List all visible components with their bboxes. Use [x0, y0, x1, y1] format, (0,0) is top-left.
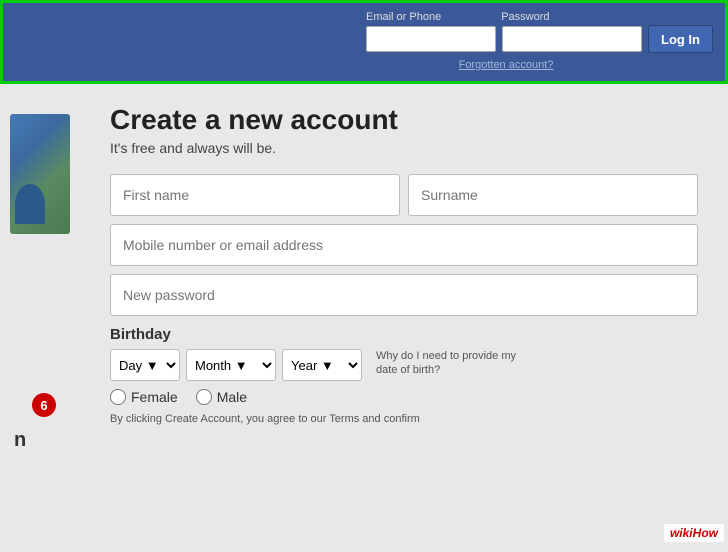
surname-input[interactable] [408, 174, 698, 216]
terms-text: By clicking Create Account, you agree to… [110, 413, 698, 425]
top-navigation-bar: Email or Phone Password Log In Forgotten… [0, 0, 728, 84]
main-content-area: 6 n Create a new account It's free and a… [0, 84, 728, 552]
password-input[interactable] [502, 26, 642, 52]
login-inputs-row: Log In [366, 25, 713, 53]
birthday-label: Birthday [110, 326, 698, 343]
first-name-input[interactable] [110, 174, 400, 216]
mobile-email-input[interactable] [110, 224, 698, 266]
male-radio[interactable] [196, 389, 212, 405]
sidebar-letter: n [14, 429, 26, 452]
female-radio[interactable] [110, 389, 126, 405]
registration-form-area: Create a new account It's free and alway… [80, 84, 728, 552]
step-badge: 6 [32, 393, 56, 417]
email-input[interactable] [366, 26, 496, 52]
day-select[interactable]: Day ▼ [110, 349, 180, 381]
login-button[interactable]: Log In [648, 25, 713, 53]
page-subtitle: It's free and always will be. [110, 140, 698, 156]
wikihow-brand: How [693, 526, 718, 540]
gender-row: Female Male [110, 389, 698, 405]
birthday-row: Day ▼ Month ▼ Year ▼ Why do I need to pr… [110, 349, 698, 381]
forgotten-account-link[interactable]: Forgotten account? [459, 59, 554, 71]
password-label: Password [501, 11, 549, 23]
new-password-input[interactable] [110, 274, 698, 316]
birthday-selects: Day ▼ Month ▼ Year ▼ [110, 349, 362, 381]
birthday-why-text: Why do I need to provide my date of birt… [376, 349, 516, 378]
female-label: Female [131, 389, 178, 405]
wikihow-badge: wikiHow [664, 524, 724, 542]
wikihow-prefix: wiki [670, 526, 693, 540]
female-option[interactable]: Female [110, 389, 178, 405]
male-option[interactable]: Male [196, 389, 247, 405]
male-label: Male [217, 389, 247, 405]
page-title: Create a new account [110, 104, 698, 136]
name-row [110, 174, 698, 216]
birthday-section: Birthday Day ▼ Month ▼ Year ▼ Why do I n… [110, 326, 698, 381]
year-select[interactable]: Year ▼ [282, 349, 362, 381]
left-sidebar: 6 n [0, 84, 80, 552]
email-label: Email or Phone [366, 11, 441, 23]
month-select[interactable]: Month ▼ [186, 349, 276, 381]
sidebar-thumbnail [10, 114, 70, 234]
